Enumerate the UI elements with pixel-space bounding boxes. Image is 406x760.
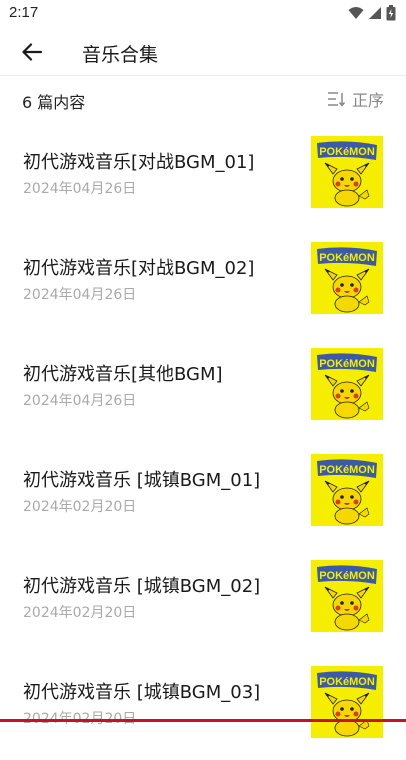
- page-title: 音乐合集: [82, 44, 159, 66]
- svg-text:POKéMON: POKéMON: [319, 252, 375, 264]
- signal-icon: [369, 7, 381, 19]
- item-thumbnail: POKéMON: [311, 136, 383, 208]
- status-time: 2:17: [9, 4, 39, 21]
- item-thumbnail: POKéMON: [311, 348, 383, 420]
- list-header: 6 篇内容 正序: [0, 80, 406, 118]
- battery-icon: [386, 5, 396, 21]
- pokemon-logo-icon: POKéMON: [317, 353, 377, 372]
- svg-text:POKéMON: POKéMON: [319, 570, 375, 582]
- sort-order-icon: [327, 92, 346, 107]
- back-button[interactable]: [14, 36, 50, 68]
- svg-text:POKéMON: POKéMON: [319, 464, 375, 476]
- list-item[interactable]: 初代游戏音乐 [城镇BGM_03] 2024年02月20日 POKéMON: [0, 654, 406, 760]
- item-title: 初代游戏音乐[对战BGM_01]: [23, 152, 255, 173]
- arrow-left-icon: [22, 43, 42, 61]
- status-icons: [348, 5, 396, 21]
- pokemon-logo-icon: POKéMON: [317, 671, 377, 690]
- item-thumbnail: POKéMON: [311, 666, 383, 738]
- item-title: 初代游戏音乐 [城镇BGM_03]: [23, 682, 261, 703]
- status-bar: 2:17: [0, 0, 406, 28]
- item-thumbnail: POKéMON: [311, 560, 383, 632]
- sort-toggle[interactable]: 正序: [326, 87, 384, 111]
- item-title: 初代游戏音乐[其他BGM]: [23, 364, 223, 385]
- item-date: 2024年04月26日: [23, 181, 137, 197]
- item-date: 2024年04月26日: [23, 287, 137, 303]
- list-item[interactable]: 初代游戏音乐[对战BGM_01] 2024年04月26日 POKéMON: [0, 124, 406, 230]
- pokemon-logo-icon: POKéMON: [317, 565, 377, 584]
- app-bar: 音乐合集: [0, 28, 406, 76]
- content-list: 初代游戏音乐[对战BGM_01] 2024年04月26日 POKéMON 初代游…: [0, 124, 406, 760]
- pokemon-logo-icon: POKéMON: [317, 141, 377, 160]
- svg-text:POKéMON: POKéMON: [319, 358, 375, 370]
- item-title: 初代游戏音乐[对战BGM_02]: [23, 258, 255, 279]
- item-date: 2024年02月20日: [23, 499, 137, 515]
- sort-label: 正序: [351, 91, 384, 110]
- item-thumbnail: POKéMON: [311, 242, 383, 314]
- svg-text:POKéMON: POKéMON: [319, 146, 375, 158]
- item-title: 初代游戏音乐 [城镇BGM_01]: [23, 470, 261, 491]
- item-thumbnail: POKéMON: [311, 454, 383, 526]
- item-date: 2024年04月26日: [23, 393, 137, 409]
- list-item[interactable]: 初代游戏音乐 [城镇BGM_02] 2024年02月20日 POKéMON: [0, 548, 406, 654]
- list-item[interactable]: 初代游戏音乐[对战BGM_02] 2024年04月26日 POKéMON: [0, 230, 406, 336]
- pokemon-logo-icon: POKéMON: [317, 247, 377, 266]
- svg-text:POKéMON: POKéMON: [319, 676, 375, 688]
- wifi-icon: [348, 7, 364, 19]
- list-item[interactable]: 初代游戏音乐 [城镇BGM_01] 2024年02月20日 POKéMON: [0, 442, 406, 548]
- list-item[interactable]: 初代游戏音乐[其他BGM] 2024年04月26日 POKéMON: [0, 336, 406, 442]
- item-date: 2024年02月20日: [23, 605, 137, 621]
- item-title: 初代游戏音乐 [城镇BGM_02]: [23, 576, 261, 597]
- content-count: 6 篇内容: [22, 93, 86, 112]
- item-date: 2024年02月20日: [23, 708, 136, 728]
- pokemon-logo-icon: POKéMON: [317, 459, 377, 478]
